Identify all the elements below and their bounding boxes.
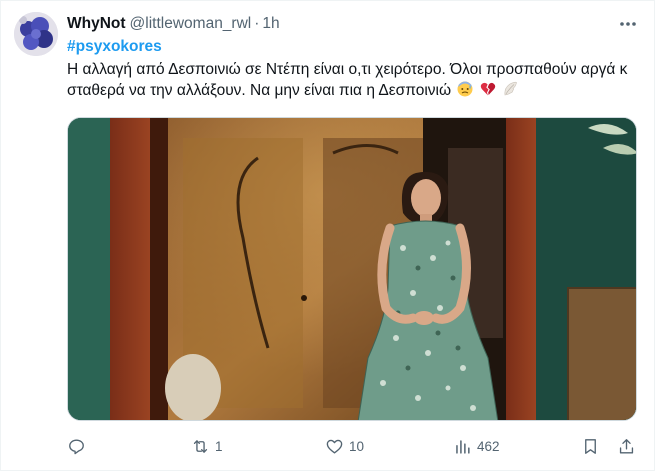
retweet-count: 1 — [215, 438, 223, 454]
video-still-woman-in-dress — [68, 118, 636, 420]
like-button[interactable]: 10 — [325, 433, 364, 459]
avatar-image — [14, 12, 58, 56]
tweet-text: Η αλλαγή από Δεσποινιώ σε Ντέπη είναι ο,… — [67, 61, 628, 99]
like-count: 10 — [349, 438, 365, 454]
bookmark-button[interactable] — [581, 433, 600, 459]
more-icon — [620, 22, 636, 26]
broken-heart-emoji — [480, 82, 495, 96]
reply-icon — [69, 438, 84, 454]
share-icon — [619, 438, 634, 454]
reply-button[interactable] — [67, 433, 91, 459]
retweet-icon — [193, 439, 208, 453]
views-count: 462 — [477, 438, 500, 454]
display-name[interactable]: WhyNot — [67, 15, 126, 33]
anxious-face-emoji — [457, 81, 473, 97]
tweet-header: WhyNot @littlewoman_rwl · 1h — [67, 13, 614, 35]
tweet-media-image[interactable] — [67, 117, 637, 421]
user-handle[interactable]: @littlewoman_rwl — [130, 15, 252, 33]
tweet-actions: 1 10 462 — [63, 433, 643, 459]
views-icon — [456, 439, 470, 454]
more-button[interactable] — [616, 12, 640, 36]
avatar[interactable] — [14, 12, 58, 56]
retweet-button[interactable]: 1 — [191, 433, 223, 459]
tweet-text-container: Η αλλαγή από Δεσποινιώ σε Ντέπη είναι ο,… — [67, 59, 642, 101]
timestamp[interactable]: 1h — [262, 15, 279, 33]
wing-emoji — [504, 81, 517, 96]
bookmark-icon — [585, 438, 596, 454]
tweet-card[interactable]: WhyNot @littlewoman_rwl · 1h #psyxokores… — [0, 0, 655, 471]
views-button[interactable]: 462 — [453, 433, 500, 459]
separator-dot: · — [254, 15, 260, 32]
share-button[interactable] — [617, 433, 636, 459]
hashtag-link[interactable]: #psyxokores — [67, 38, 162, 56]
heart-icon — [326, 439, 343, 454]
